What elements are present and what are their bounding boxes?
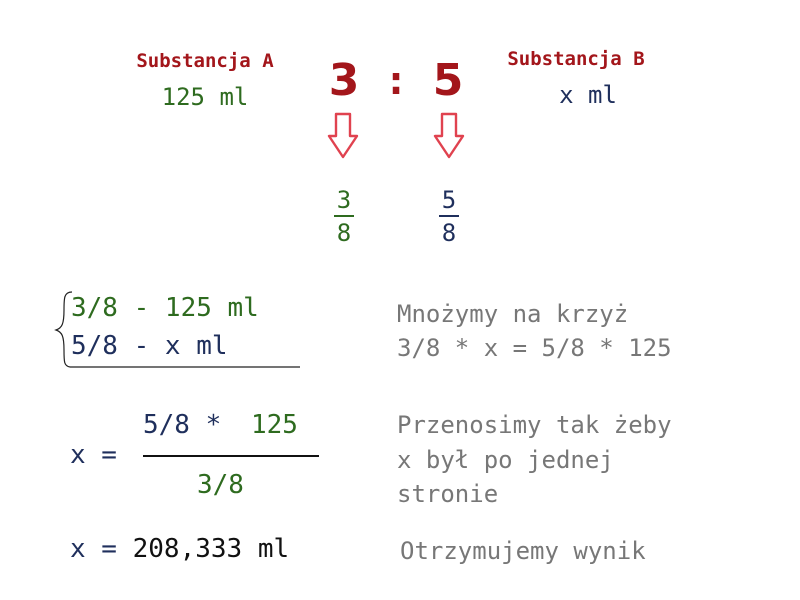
proportion-line-1: 3/8 - 125 ml <box>71 293 259 323</box>
ratio-separator: : <box>383 58 409 104</box>
result-lhs: x = <box>70 534 117 564</box>
step2-line-3: stronie <box>397 480 499 508</box>
fraction-a: 3 8 <box>334 186 354 247</box>
substance-b-amount: x ml <box>559 81 617 109</box>
fraction-b-bar <box>439 215 459 217</box>
down-arrow-icon <box>327 112 359 159</box>
down-arrow-icon <box>433 112 465 159</box>
step1-line-2: 3/8 * x = 5/8 * 125 <box>397 334 672 362</box>
substance-b-label: Substancja B <box>507 48 645 70</box>
fraction-b-denominator: 8 <box>441 219 457 247</box>
step2-line-2: x był po jednej <box>397 446 614 474</box>
step3-text: Otrzymujemy wynik <box>400 537 646 565</box>
fraction-b-numerator: 5 <box>441 186 457 214</box>
substance-a-label: Substancja A <box>136 50 274 72</box>
equation-numerator: 5/8 * 125 <box>143 410 298 440</box>
ratio-right: 5 <box>432 55 464 106</box>
fraction-b: 5 8 <box>439 186 459 247</box>
proportion-line-2: 5/8 - x ml <box>71 331 228 361</box>
fraction-a-bar <box>334 215 354 217</box>
equation-lhs: x = <box>70 440 117 470</box>
fraction-a-numerator: 3 <box>336 186 352 214</box>
result-value: 208,333 ml <box>132 534 290 564</box>
step2-line-1: Przenosimy tak żeby <box>397 411 672 439</box>
substance-a-amount: 125 ml <box>161 83 249 111</box>
result: x = 208,333 ml <box>70 534 289 564</box>
ratio-left: 3 <box>328 55 360 106</box>
equation-denominator: 3/8 <box>197 470 244 500</box>
equation-numerator-part1: 5/8 * <box>143 410 222 440</box>
step1-line-1: Mnożymy na krzyż <box>397 300 629 328</box>
fraction-a-denominator: 8 <box>336 219 352 247</box>
equation-numerator-part2: 125 <box>250 410 298 440</box>
equation-fraction-bar <box>143 455 319 457</box>
